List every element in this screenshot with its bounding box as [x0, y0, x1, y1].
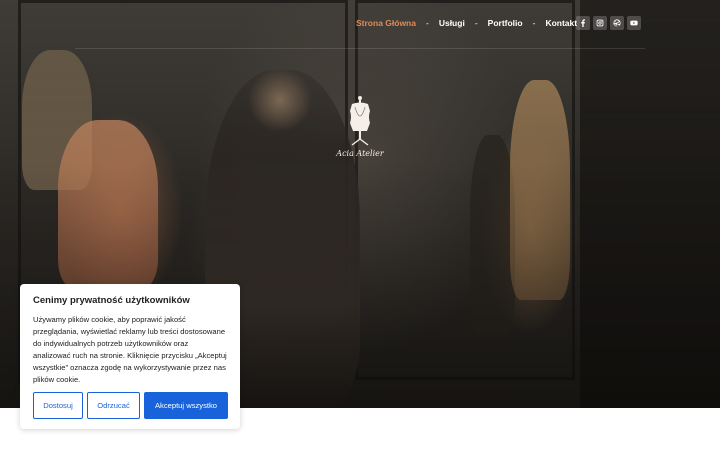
- dress-form-icon: [350, 96, 370, 146]
- nav-item-portfolio[interactable]: Portfolio: [488, 18, 523, 28]
- dribbble-icon[interactable]: [610, 16, 624, 30]
- facebook-icon[interactable]: [576, 16, 590, 30]
- nav-divider: [75, 48, 645, 49]
- social-links: [576, 16, 641, 30]
- site-logo[interactable]: Acia Atelier: [330, 95, 390, 175]
- main-nav: Strona Główna - Usługi - Portfolio - Kon…: [356, 18, 577, 28]
- cookie-buttons: Dostosuj Odrzucać Akceptuj wszystko: [33, 392, 228, 419]
- youtube-icon[interactable]: [627, 16, 641, 30]
- nav-separator: -: [425, 18, 429, 28]
- logo-text: Acia Atelier: [336, 149, 384, 158]
- accept-all-button[interactable]: Akceptuj wszystko: [144, 392, 228, 419]
- cookie-description: Używamy plików cookie, aby poprawić jako…: [33, 315, 227, 384]
- nav-separator: -: [474, 18, 478, 28]
- nav-item-services[interactable]: Usługi: [439, 18, 465, 28]
- nav-separator: -: [532, 18, 536, 28]
- nav-item-home[interactable]: Strona Główna: [356, 18, 416, 28]
- nav-item-contact[interactable]: Kontakt: [545, 18, 577, 28]
- cookie-title: Cenimy prywatność użytkowników: [33, 295, 190, 306]
- customize-button[interactable]: Dostosuj: [33, 392, 83, 419]
- reject-button[interactable]: Odrzucać: [87, 392, 140, 419]
- cookie-consent-banner: Cenimy prywatność użytkowników Używamy p…: [20, 284, 240, 429]
- instagram-icon[interactable]: [593, 16, 607, 30]
